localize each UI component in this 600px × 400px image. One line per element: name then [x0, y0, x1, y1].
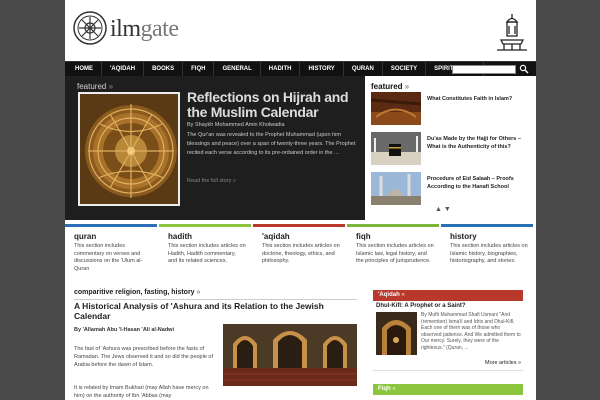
featured-list-item[interactable]: Du'as Made by the Hajji for Others – Wha… [371, 132, 531, 166]
category-hadith[interactable]: hadith This section includes articles on … [159, 224, 251, 280]
nav-item-history[interactable]: HISTORY [300, 62, 344, 77]
search-input[interactable] [452, 65, 516, 74]
category-description: This section includes articles on Islami… [356, 243, 434, 264]
category-description: This section includes articles on doctri… [262, 243, 340, 264]
featured-author: By Shaykh Mohammed Amin Kholwadia [187, 122, 285, 128]
article-divider [74, 299, 357, 300]
search-icon[interactable] [519, 64, 529, 74]
featured-list-label-text: featured [371, 82, 403, 91]
featured-list: featured » What Constitutes Faith in Isl… [365, 76, 536, 220]
featured-image[interactable] [78, 92, 180, 206]
featured-thumb [371, 132, 421, 165]
page: ilmgate HOME 'AQIDAH BOOKS FIQH GENERAL HADIT… [65, 0, 536, 400]
category-title[interactable]: fiqh [356, 232, 371, 241]
sidebar-aqidah-arrow: » [401, 292, 405, 298]
read-more-link[interactable]: Read the full story » [187, 178, 236, 184]
sidebar-thumb[interactable] [376, 312, 417, 355]
featured-list-label: featured » [371, 82, 409, 91]
nav-item-society[interactable]: SOCIETY [383, 62, 427, 77]
logo-text-main: ilm [110, 16, 141, 42]
article: comparitive religion, fasting, history »… [65, 289, 365, 400]
featured-label-text: featured [77, 82, 107, 91]
sidebar-aqidah-label: 'Aqidah [378, 292, 400, 298]
category-fiqh[interactable]: fiqh This section includes articles on Is… [347, 224, 439, 280]
featured-list-item[interactable]: Procedure of Eid Salaah – Proofs Accordi… [371, 172, 531, 206]
featured-label-arrow: » [108, 82, 114, 91]
more-articles-link[interactable]: More articles » [485, 360, 521, 366]
category-row: quran This section includes commentary on… [65, 224, 536, 280]
featured-list-title[interactable]: What Constitutes Faith in Islam? [427, 95, 531, 103]
featured-title[interactable]: Reflections on Hijrah and the Muslim Cal… [187, 90, 359, 120]
category-title[interactable]: hadith [168, 232, 192, 241]
site-header: ilmgate [65, 0, 536, 60]
category-description: This section includes commentary on vers… [74, 243, 143, 272]
sidebar-divider [373, 370, 523, 371]
nav-item-hadith[interactable]: HADITH [261, 62, 301, 77]
article-categories-text: comparitive religion, fasting, history [74, 289, 195, 296]
featured-nav-arrows[interactable]: ▲ ▼ [435, 206, 451, 213]
category-history[interactable]: history This section includes articles on… [441, 224, 533, 280]
article-paragraph: It is related by Imam Bukhari (may Allah… [74, 385, 209, 399]
category-aqidah[interactable]: 'aqidah This section includes articles on… [253, 224, 345, 280]
astrolabe-image [80, 94, 178, 204]
featured-list-item[interactable]: What Constitutes Faith in Islam? [371, 92, 531, 126]
featured-list-title[interactable]: Du'as Made by the Hajji for Others – Wha… [427, 135, 531, 151]
category-description: This section includes articles on Hadith… [168, 243, 246, 264]
nav-item-general[interactable]: GENERAL [214, 62, 261, 77]
sidebar-header-aqidah[interactable]: 'Aqidah » [373, 290, 523, 301]
article-title[interactable]: A Historical Analysis of 'Ashura and its… [74, 301, 359, 321]
sidebar-fiqh-arrow: » [392, 386, 396, 392]
article-image[interactable] [223, 324, 357, 386]
category-quran[interactable]: quran This section includes commentary on… [65, 224, 157, 280]
nav-item-books[interactable]: BOOKS [144, 62, 184, 77]
featured-thumb [371, 92, 421, 125]
category-title[interactable]: history [450, 232, 477, 241]
featured-area: featured » Reflections on Hijrah and the… [65, 76, 536, 220]
sidebar-fiqh-label: Fiqh [378, 386, 391, 392]
nav-item-aqidah[interactable]: 'AQIDAH [102, 62, 145, 77]
featured-list-label-arrow: » [404, 82, 410, 91]
nav-item-fiqh[interactable]: FIQH [183, 62, 215, 77]
nav-item-quran[interactable]: QURAN [344, 62, 383, 77]
mosque-interior-image [223, 324, 357, 386]
logo-text-accent: gate [140, 16, 179, 42]
sidebar-article-title[interactable]: Dhul-Kifl: A Prophet or a Saint? [376, 303, 466, 309]
featured-thumb [371, 172, 421, 205]
sidebar-header-label: 'Aqidah » [378, 292, 405, 298]
sidebar-article-text: By Mufti Muhammad Shafi Usmani "And (rem… [421, 312, 521, 351]
featured-list-title[interactable]: Procedure of Eid Salaah – Proofs Accordi… [427, 175, 531, 191]
sidebar-header-label: Fiqh » [378, 386, 396, 392]
article-categories-arrow: » [196, 289, 201, 296]
site-logo[interactable]: ilmgate [110, 16, 179, 43]
article-author: By 'Allamah Abu 'l-Hasan 'Ali al-Nadwi [74, 327, 174, 333]
article-categories[interactable]: comparitive religion, fasting, history » [74, 289, 200, 296]
article-paragraph: The fast of 'Ashura was prescribed befor… [74, 346, 214, 368]
sidebar: 'Aqidah » Dhul-Kifl: A Prophet or a Sain… [373, 289, 525, 400]
category-title[interactable]: quran [74, 232, 96, 241]
logo-emblem-icon[interactable] [73, 11, 107, 45]
sidebar-header-fiqh[interactable]: Fiqh » [373, 384, 523, 395]
category-title[interactable]: 'aqidah [262, 232, 290, 241]
featured-excerpt: The Qur'an was revealed to the Prophet M… [187, 132, 356, 156]
minaret-icon [497, 14, 527, 51]
nav-item-home[interactable]: HOME [67, 62, 102, 77]
featured-label: featured » [77, 82, 113, 91]
featured-main: featured » Reflections on Hijrah and the… [65, 76, 365, 220]
main-nav: HOME 'AQIDAH BOOKS FIQH GENERAL HADITH HISTORY… [65, 61, 536, 77]
category-description: This section includes articles on Islami… [450, 243, 528, 264]
